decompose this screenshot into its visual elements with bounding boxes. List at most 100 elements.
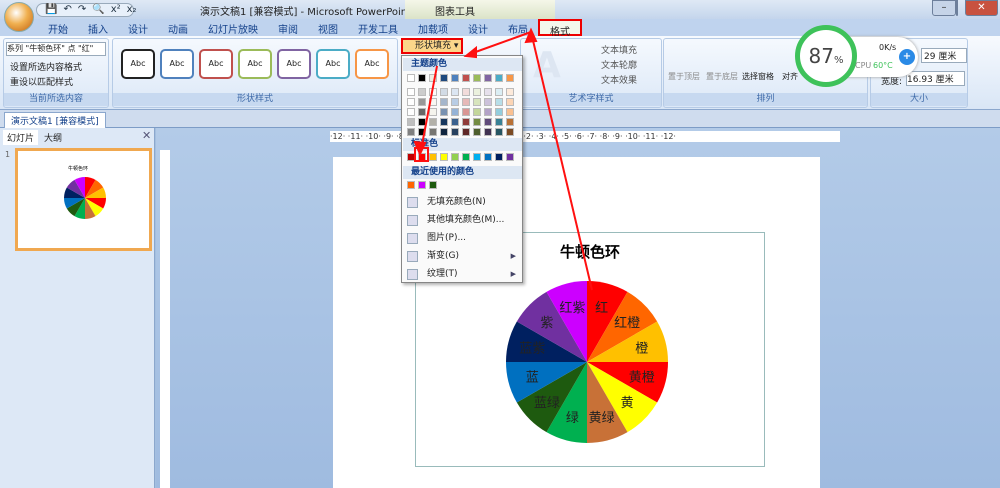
tab-0[interactable]: 开始 [38, 19, 78, 36]
tab-5[interactable]: 审阅 [268, 19, 308, 36]
theme-color-swatch[interactable] [495, 98, 503, 106]
menu-item-palette[interactable]: 其他填充颜色(M)... [403, 212, 522, 229]
theme-color-swatch[interactable] [506, 88, 514, 96]
document-tab[interactable]: 演示文稿1 [兼容模式] [4, 112, 106, 129]
tab-11[interactable]: 格式 [538, 19, 582, 38]
theme-color-swatch[interactable] [473, 118, 481, 126]
reset-style-button[interactable]: 重设以匹配样式 [10, 75, 73, 88]
menu-item-gradient[interactable]: 渐变(G) ▶ [403, 248, 522, 265]
theme-color-swatch[interactable] [451, 98, 459, 106]
selection-dropdown[interactable]: 系列 "牛顿色环" 点 "红" [6, 42, 106, 56]
theme-color-swatch[interactable] [407, 128, 415, 136]
standard-color-swatch[interactable] [484, 153, 492, 161]
bring-front-button[interactable]: 置于顶层 [668, 71, 700, 82]
theme-color-swatch[interactable] [418, 88, 426, 96]
theme-color-swatch[interactable] [495, 108, 503, 116]
theme-color-swatch[interactable] [462, 128, 470, 136]
recent-color-swatch[interactable] [418, 181, 426, 189]
tab-2[interactable]: 设计 [118, 19, 158, 36]
text-fill-button[interactable]: 文本填充 [601, 43, 637, 56]
theme-color-swatch[interactable] [462, 98, 470, 106]
theme-color-swatch[interactable] [429, 128, 437, 136]
recent-color-swatch[interactable] [429, 181, 437, 189]
theme-color-swatch[interactable] [506, 98, 514, 106]
plus-icon[interactable]: + [899, 49, 915, 65]
theme-color-swatch[interactable] [484, 74, 492, 82]
theme-color-swatch[interactable] [495, 118, 503, 126]
office-button[interactable] [4, 2, 34, 32]
standard-color-swatch[interactable] [506, 153, 514, 161]
shape-style-option[interactable]: Abc [277, 49, 311, 79]
restore-button[interactable] [956, 0, 958, 16]
theme-color-swatch[interactable] [440, 118, 448, 126]
shape-style-option[interactable]: Abc [355, 49, 389, 79]
theme-color-swatch[interactable] [462, 88, 470, 96]
menu-item-texture[interactable]: 纹理(T) ▶ [403, 266, 522, 283]
theme-color-swatch[interactable] [473, 128, 481, 136]
redo-icon[interactable]: ↷ [78, 4, 86, 16]
tab-4[interactable]: 幻灯片放映 [198, 19, 268, 36]
theme-color-swatch[interactable] [440, 98, 448, 106]
theme-color-swatch[interactable] [473, 74, 481, 82]
theme-color-swatch[interactable] [484, 118, 492, 126]
theme-color-swatch[interactable] [407, 74, 415, 82]
standard-color-swatch[interactable] [418, 153, 426, 161]
tab-10[interactable]: 布局 [498, 19, 538, 36]
theme-color-swatch[interactable] [506, 74, 514, 82]
pie-chart[interactable]: 红红橙橙黄橙黄黄绿绿蓝绿 蓝 蓝紫 紫红紫 [506, 281, 676, 451]
close-button[interactable]: ✕ [965, 0, 998, 16]
standard-color-swatch[interactable] [451, 153, 459, 161]
tab-6[interactable]: 视图 [308, 19, 348, 36]
send-back-button[interactable]: 置于底层 [706, 71, 738, 82]
slide-thumbnail[interactable]: 牛顿色环 [15, 148, 152, 251]
theme-color-swatch[interactable] [473, 88, 481, 96]
theme-color-swatch[interactable] [418, 108, 426, 116]
shape-style-option[interactable]: Abc [316, 49, 350, 79]
shape-style-option[interactable]: Abc [121, 49, 155, 79]
wordart-preview[interactable]: A [533, 45, 561, 86]
theme-color-swatch[interactable] [440, 88, 448, 96]
recent-color-swatch[interactable] [407, 181, 415, 189]
theme-color-swatch[interactable] [451, 128, 459, 136]
theme-color-swatch[interactable] [440, 128, 448, 136]
tab-outline[interactable]: 大纲 [40, 130, 66, 145]
menu-item-no-fill[interactable]: 无填充颜色(N) [403, 194, 522, 211]
theme-color-swatch[interactable] [462, 108, 470, 116]
selection-pane-button[interactable]: 选择窗格 [742, 71, 774, 82]
tab-8[interactable]: 加载项 [408, 19, 458, 36]
standard-color-swatch[interactable] [440, 153, 448, 161]
tab-slides[interactable]: 幻灯片 [3, 130, 39, 145]
shape-style-option[interactable]: Abc [160, 49, 194, 79]
theme-color-swatch[interactable] [418, 98, 426, 106]
menu-item-picture[interactable]: 图片(P)... [403, 230, 522, 247]
save-icon[interactable]: 💾 [45, 4, 57, 16]
theme-color-swatch[interactable] [484, 98, 492, 106]
tab-9[interactable]: 设计 [458, 19, 498, 36]
theme-color-swatch[interactable] [506, 118, 514, 126]
theme-color-swatch[interactable] [407, 108, 415, 116]
theme-color-swatch[interactable] [451, 74, 459, 82]
theme-color-swatch[interactable] [451, 88, 459, 96]
theme-color-swatch[interactable] [473, 98, 481, 106]
theme-color-swatch[interactable] [418, 74, 426, 82]
theme-color-swatch[interactable] [440, 74, 448, 82]
tab-7[interactable]: 开发工具 [348, 19, 408, 36]
theme-color-swatch[interactable] [495, 74, 503, 82]
theme-color-swatch[interactable] [440, 108, 448, 116]
standard-color-swatch[interactable] [473, 153, 481, 161]
print-preview-icon[interactable]: 🔍 [92, 4, 104, 16]
theme-color-swatch[interactable] [462, 74, 470, 82]
theme-color-swatch[interactable] [451, 108, 459, 116]
format-selection-button[interactable]: 设置所选内容格式 [10, 60, 82, 73]
theme-color-swatch[interactable] [506, 128, 514, 136]
theme-color-swatch[interactable] [407, 118, 415, 126]
text-outline-button[interactable]: 文本轮廓 [601, 58, 637, 71]
undo-icon[interactable]: ↶ [63, 4, 71, 16]
theme-color-swatch[interactable] [429, 118, 437, 126]
theme-color-swatch[interactable] [429, 88, 437, 96]
shape-style-option[interactable]: Abc [199, 49, 233, 79]
theme-color-swatch[interactable] [506, 108, 514, 116]
theme-color-swatch[interactable] [407, 98, 415, 106]
standard-color-swatch[interactable] [429, 153, 437, 161]
minimize-button[interactable]: – [932, 0, 956, 16]
